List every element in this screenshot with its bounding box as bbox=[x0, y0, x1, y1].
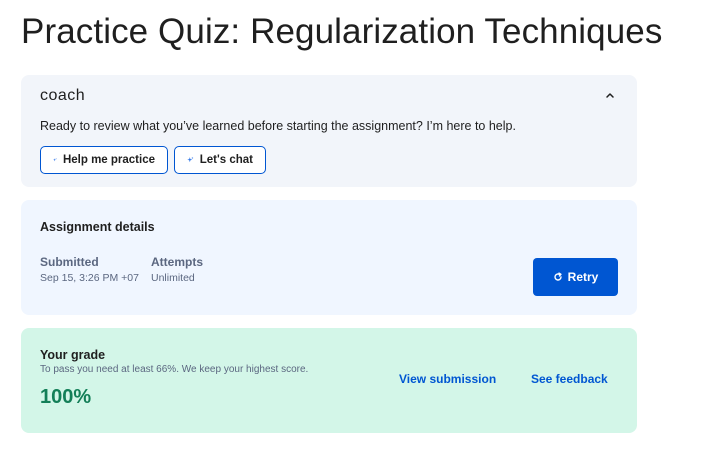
lets-chat-button[interactable]: Let's chat bbox=[174, 146, 266, 174]
grade-score: 100% bbox=[40, 386, 92, 408]
lets-chat-label: Let's chat bbox=[199, 154, 253, 166]
retry-label: Retry bbox=[567, 270, 599, 284]
coach-logo: coach bbox=[40, 87, 86, 104]
grade-requirement: To pass you need at least 66%. We keep y… bbox=[40, 364, 309, 375]
retry-button[interactable]: Retry bbox=[533, 258, 618, 296]
coach-panel: coach Ready to review what you’ve learne… bbox=[21, 75, 637, 187]
view-submission-link[interactable]: View submission bbox=[399, 372, 496, 386]
assignment-details-title: Assignment details bbox=[40, 220, 155, 234]
page-title: Practice Quiz: Regularization Techniques bbox=[21, 12, 663, 51]
grade-title: Your grade bbox=[40, 348, 106, 362]
grade-panel: Your grade To pass you need at least 66%… bbox=[21, 328, 637, 433]
see-feedback-link[interactable]: See feedback bbox=[531, 372, 608, 386]
sparkle-icon bbox=[187, 156, 194, 163]
help-me-practice-button[interactable]: Help me practice bbox=[40, 146, 168, 174]
chevron-up-icon[interactable] bbox=[603, 88, 617, 102]
attempts-label: Attempts bbox=[151, 255, 204, 269]
coach-message: Ready to review what you’ve learned befo… bbox=[40, 119, 516, 133]
submitted-label: Submitted bbox=[40, 255, 99, 269]
sparkle-icon bbox=[53, 158, 57, 162]
assignment-details-panel: Assignment details Submitted Sep 15, 3:2… bbox=[21, 200, 637, 315]
help-me-practice-label: Help me practice bbox=[62, 154, 155, 166]
refresh-icon bbox=[553, 272, 562, 281]
submitted-value: Sep 15, 3:26 PM +07 bbox=[40, 272, 139, 284]
attempts-value: Unlimited bbox=[151, 272, 195, 284]
